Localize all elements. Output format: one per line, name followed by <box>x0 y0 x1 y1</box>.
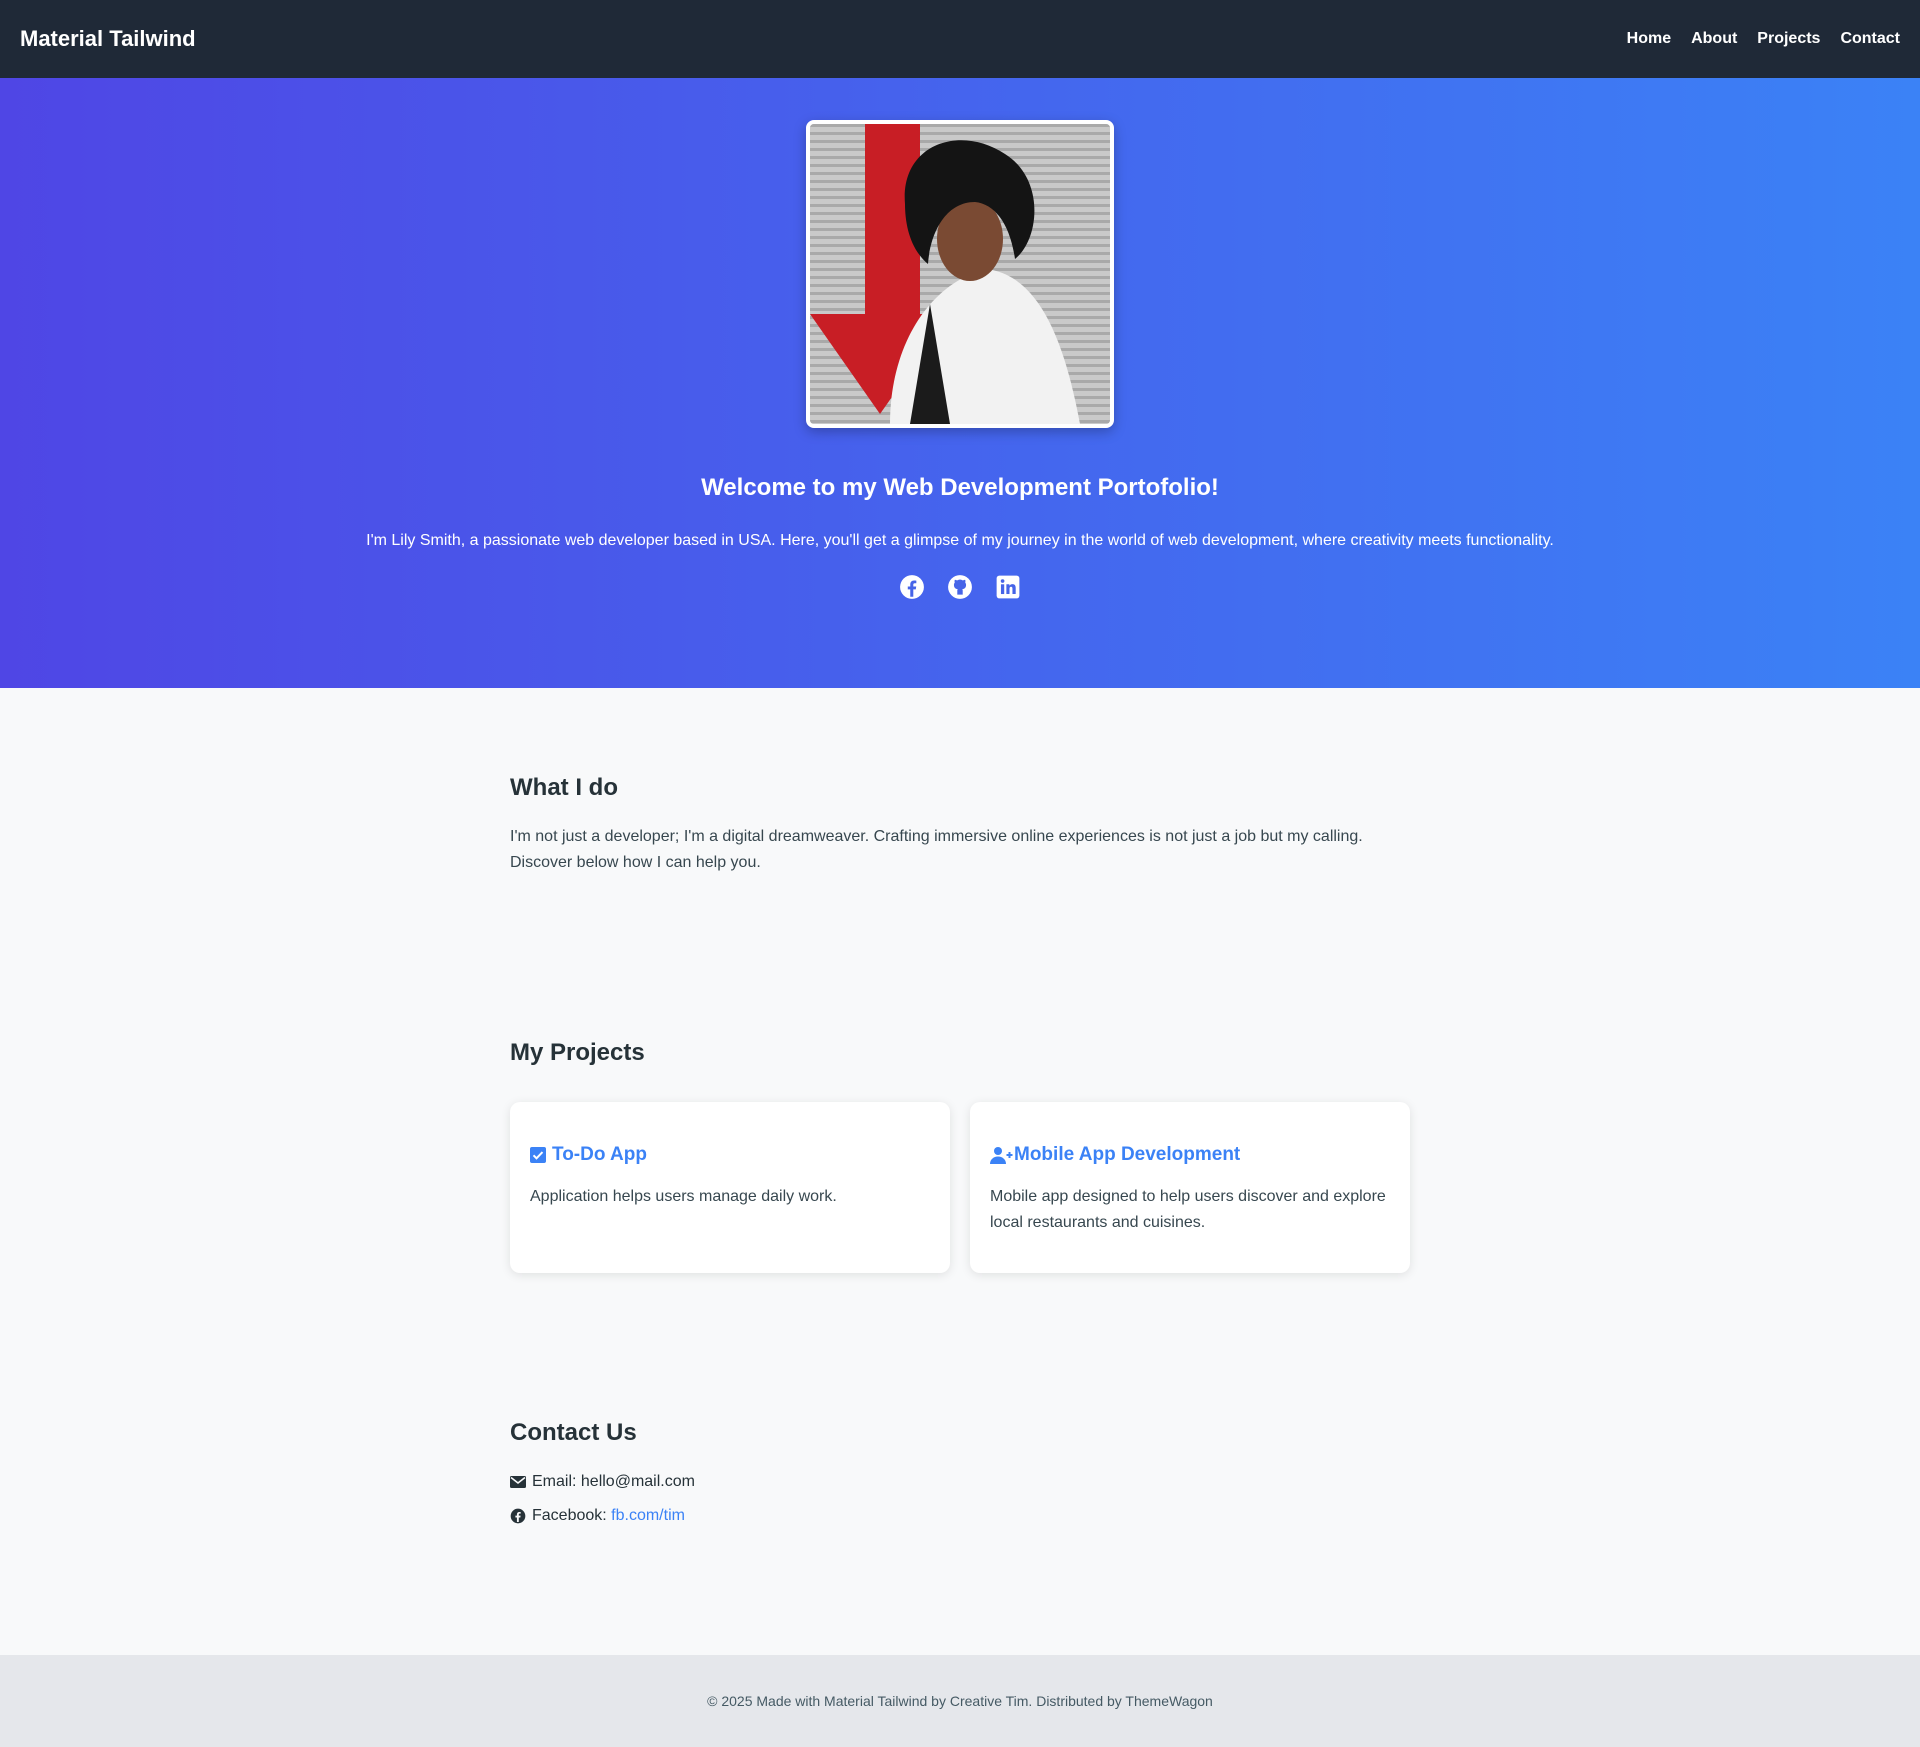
hero-section: Welcome to my Web Development Portofolio… <box>0 78 1920 688</box>
nav-link-contact[interactable]: Contact <box>1840 30 1900 48</box>
about-text-line-1: I'm not just a developer; I'm a digital … <box>510 828 1363 845</box>
github-icon[interactable] <box>947 574 973 600</box>
project-title-text: To-Do App <box>552 1144 647 1165</box>
project-title-text: Mobile App Development <box>1014 1144 1241 1165</box>
footer: © 2025 Made with Material Tailwind by Cr… <box>0 1655 1920 1747</box>
facebook-link[interactable]: fb.com/tim <box>611 1507 685 1524</box>
linkedin-icon[interactable] <box>995 574 1021 600</box>
contact-email: Email: hello@mail.com <box>510 1473 1410 1491</box>
user-plus-icon <box>990 1147 1013 1164</box>
facebook-icon <box>510 1508 526 1524</box>
about-text-line-2: Discover below how I can help you. <box>510 854 761 871</box>
about-section: What I do I'm not just a developer; I'm … <box>510 774 1410 876</box>
project-card-title[interactable]: Mobile App Development <box>990 1144 1390 1166</box>
project-card-mobile-app[interactable]: Mobile App Development Mobile app design… <box>970 1102 1410 1273</box>
contact-email-text: Email: hello@mail.com <box>532 1473 695 1490</box>
brand-logo[interactable]: Material Tailwind <box>20 26 196 52</box>
contact-section: Contact Us Email: hello@mail.com Faceboo… <box>510 1419 1410 1525</box>
envelope-icon <box>510 1476 526 1488</box>
about-title: What I do <box>510 774 618 801</box>
profile-photo <box>806 120 1114 428</box>
facebook-icon[interactable] <box>899 574 925 600</box>
contact-facebook-label: Facebook: fb.com/tim <box>532 1507 685 1524</box>
nav-link-about[interactable]: About <box>1691 30 1737 48</box>
about-text: I'm not just a developer; I'm a digital … <box>510 824 1410 876</box>
nav-link-home[interactable]: Home <box>1627 30 1671 48</box>
project-card-todo[interactable]: To-Do App Application helps users manage… <box>510 1102 950 1273</box>
navbar: Material Tailwind Home About Projects Co… <box>0 0 1920 78</box>
project-description: Application helps users manage daily wor… <box>530 1188 837 1205</box>
profile-photo-illustration <box>810 124 1110 424</box>
checkbox-icon <box>530 1147 546 1163</box>
contact-facebook: Facebook: fb.com/tim <box>510 1507 1410 1525</box>
project-description: Mobile app designed to help users discov… <box>990 1188 1386 1231</box>
hero-intro-text: I'm Lily Smith, a passionate web develop… <box>366 532 1554 549</box>
projects-title: My Projects <box>510 1039 645 1066</box>
project-card-title[interactable]: To-Do App <box>530 1144 930 1166</box>
project-cards: To-Do App Application helps users manage… <box>510 1102 1410 1273</box>
hero-title: Welcome to my Web Development Portofolio… <box>701 474 1219 501</box>
footer-text: © 2025 Made with Material Tailwind by Cr… <box>707 1693 1213 1709</box>
contact-title: Contact Us <box>510 1419 637 1446</box>
nav-link-projects[interactable]: Projects <box>1757 30 1820 48</box>
social-links <box>0 574 1920 600</box>
projects-section: My Projects <box>510 1039 1410 1067</box>
nav-links: Home About Projects Contact <box>1627 30 1900 48</box>
